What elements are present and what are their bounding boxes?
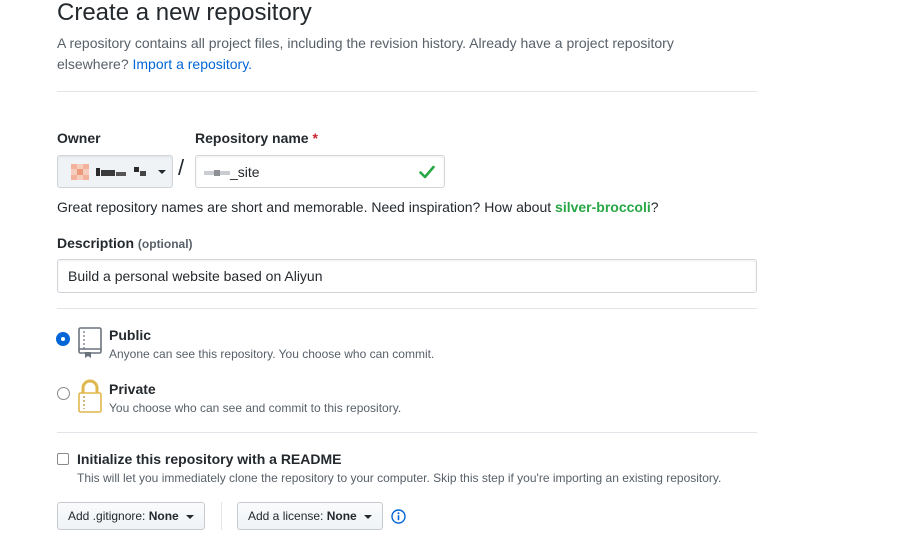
- chevron-down-icon: [186, 514, 195, 519]
- public-title: Public: [109, 327, 152, 343]
- check-icon: [419, 165, 435, 179]
- repository-name-input[interactable]: _site: [195, 155, 445, 188]
- lock-icon: [78, 379, 102, 413]
- license-prefix: Add a license:: [248, 509, 324, 523]
- owner-repo-separator: /: [178, 155, 185, 180]
- chevron-down-icon: [364, 514, 373, 519]
- divider: [57, 432, 757, 433]
- gitignore-value: None: [148, 509, 179, 523]
- owner-avatar: [71, 164, 89, 180]
- description-input[interactable]: Build a personal website based on Aliyun: [57, 259, 757, 293]
- optional-tag: (optional): [137, 237, 193, 251]
- page-subtitle: A repository contains all project files,…: [57, 33, 717, 75]
- button-divider: [221, 502, 222, 530]
- chevron-down-icon: [158, 170, 166, 174]
- owner-label: Owner: [57, 130, 101, 146]
- repository-name-label: Repository name *: [195, 130, 318, 146]
- public-desc: Anyone can see this repository. You choo…: [109, 347, 435, 361]
- public-radio[interactable]: [57, 333, 69, 345]
- repository-name-value: _site: [230, 164, 260, 180]
- import-repository-link[interactable]: Import a repository.: [133, 56, 253, 72]
- divider: [57, 308, 757, 309]
- private-desc: You choose who can see and commit to thi…: [109, 401, 402, 415]
- add-license-button[interactable]: Add a license: None: [237, 502, 384, 530]
- page-title: Create a new repository: [57, 0, 312, 26]
- license-value: None: [326, 509, 357, 523]
- description-label-text: Description: [57, 235, 135, 251]
- repository-name-label-text: Repository name: [195, 130, 309, 146]
- readme-title: Initialize this repository with a README: [77, 451, 342, 467]
- owner-select[interactable]: [57, 155, 173, 188]
- private-radio[interactable]: [57, 387, 70, 400]
- hint-text: Great repository names are short and mem…: [57, 199, 552, 215]
- name-hint: Great repository names are short and mem…: [57, 199, 659, 215]
- private-title: Private: [109, 381, 156, 397]
- name-suggestion[interactable]: silver-broccoli: [555, 199, 651, 215]
- gitignore-prefix: Add .gitignore:: [68, 509, 146, 523]
- readme-checkbox[interactable]: [57, 453, 69, 465]
- repo-book-icon: [78, 327, 102, 358]
- description-label: Description (optional): [57, 235, 193, 251]
- hint-suffix: ?: [650, 199, 659, 215]
- repo-name-redacted: [204, 170, 230, 176]
- readme-desc: This will let you immediately clone the …: [77, 471, 722, 485]
- divider: [57, 91, 757, 92]
- required-mark: *: [312, 130, 318, 146]
- info-icon[interactable]: [391, 509, 406, 524]
- add-gitignore-button[interactable]: Add .gitignore: None: [57, 502, 206, 530]
- owner-name-redacted: [96, 167, 146, 176]
- description-value: Build a personal website based on Aliyun: [68, 268, 323, 284]
